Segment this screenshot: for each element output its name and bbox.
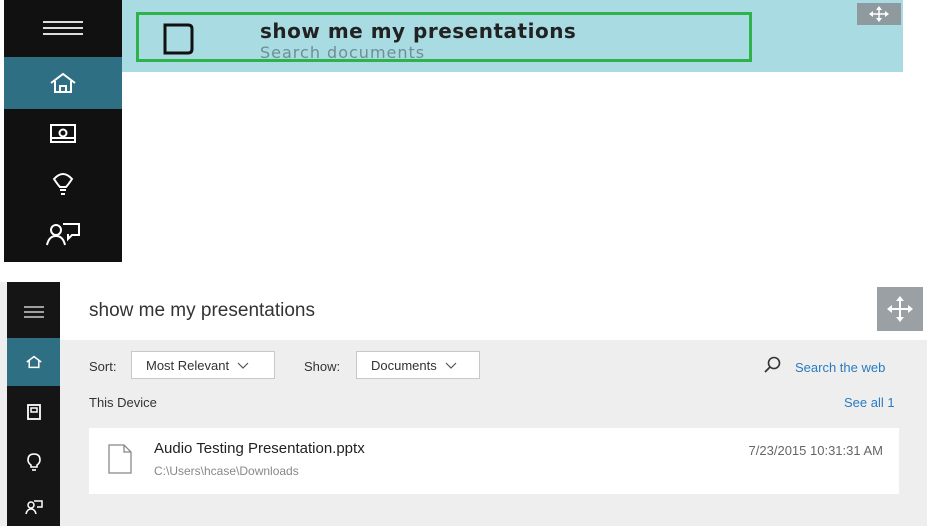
home-icon[interactable] (7, 338, 60, 386)
move-icon[interactable] (877, 287, 923, 331)
lightbulb-icon[interactable] (4, 159, 122, 209)
hamburger-menu-icon[interactable] (7, 290, 60, 334)
feedback-icon[interactable] (4, 209, 122, 259)
show-dropdown[interactable]: Documents (356, 351, 480, 379)
chevron-down-icon (237, 358, 249, 373)
file-path: C:\Users\hcase\Downloads (154, 464, 299, 478)
sidebar (7, 282, 60, 526)
cortana-results-panel: show me my presentations Sort: Most Rele… (0, 282, 927, 526)
move-icon[interactable] (857, 3, 901, 25)
see-all-link[interactable]: See all 1 (844, 395, 895, 410)
sort-label: Sort: (89, 359, 117, 374)
document-icon (161, 22, 195, 61)
result-item[interactable]: Audio Testing Presentation.pptx C:\Users… (89, 428, 899, 494)
sort-value: Most Relevant (146, 357, 230, 373)
cortana-collapsed-panel: show me my presentations Search document… (0, 0, 905, 262)
sort-dropdown[interactable]: Most Relevant (131, 351, 275, 379)
notebook-icon[interactable] (7, 388, 60, 436)
query-subtitle: Search documents (260, 43, 426, 62)
file-name: Audio Testing Presentation.pptx (154, 440, 365, 457)
feedback-icon[interactable] (7, 488, 60, 526)
search-the-web-link[interactable]: Search the web (763, 356, 885, 379)
file-date: 7/23/2015 10:31:31 AM (748, 443, 883, 458)
search-header: show me my presentations (60, 282, 927, 340)
show-label: Show: (304, 359, 341, 374)
notebook-icon[interactable] (4, 109, 122, 159)
section-heading: This Device (89, 395, 157, 410)
hamburger-menu-icon[interactable] (4, 0, 122, 56)
home-icon[interactable] (4, 57, 122, 109)
lightbulb-icon[interactable] (7, 438, 60, 486)
query-text: show me my presentations (260, 19, 577, 43)
search-query-text[interactable]: show me my presentations (89, 300, 315, 322)
show-value: Documents (371, 357, 437, 373)
search-icon (763, 356, 783, 379)
chevron-down-icon (445, 358, 457, 373)
search-the-web-label: Search the web (795, 360, 886, 375)
query-suggestion[interactable]: show me my presentations Search document… (136, 12, 752, 62)
file-icon (107, 443, 133, 480)
sidebar (4, 0, 122, 262)
